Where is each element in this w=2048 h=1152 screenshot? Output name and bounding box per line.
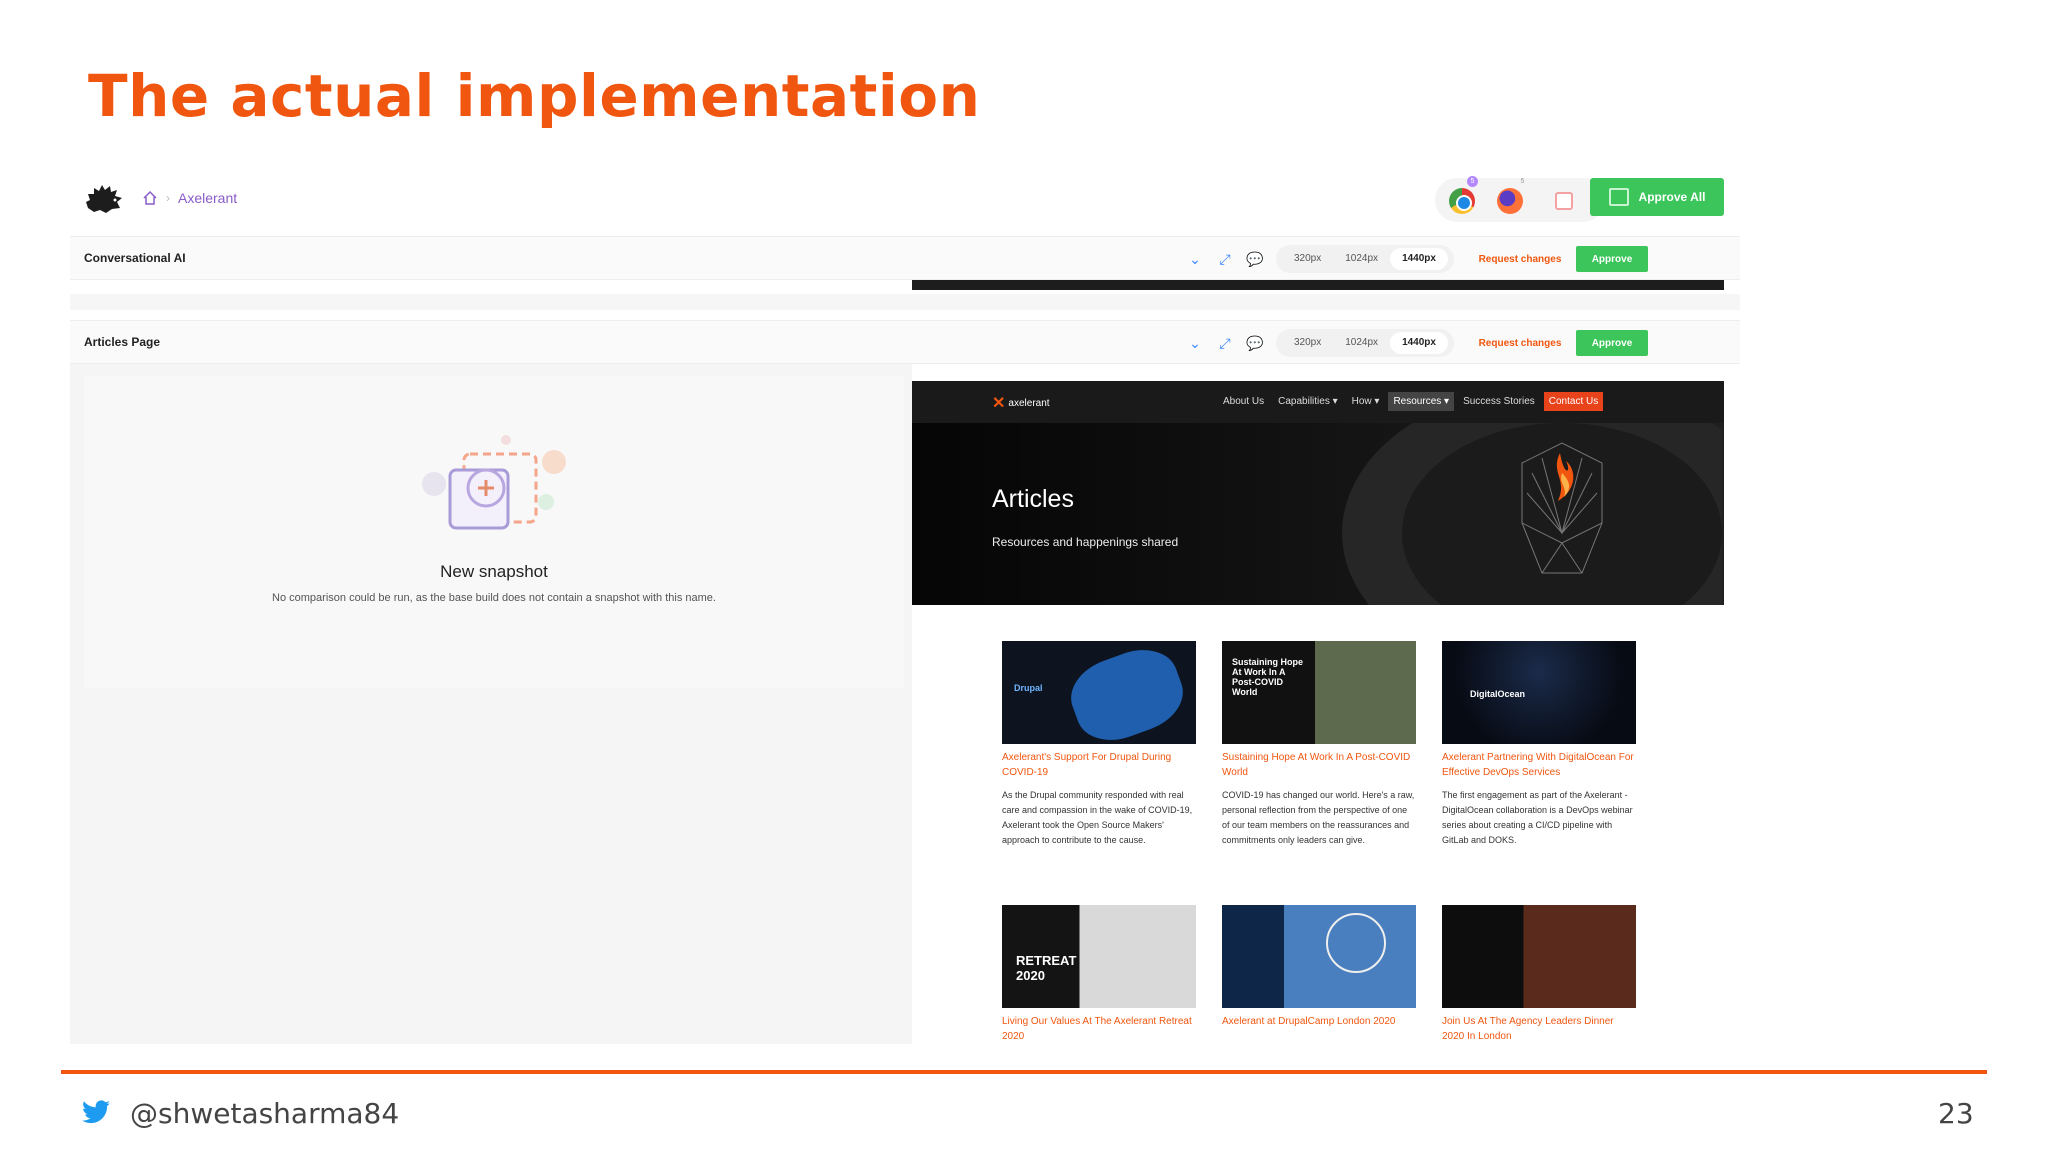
article-thumbnail (1442, 905, 1636, 1008)
article-description: As the Drupal community responded with r… (1002, 790, 1193, 845)
article-title: Axelerant at DrupalCamp London 2020 (1222, 1016, 1396, 1027)
breadcrumb: › Axelerant (142, 190, 237, 206)
snapshot-row-header: Conversational AI ⌄ ⤢ 💬 320px 1024px 144… (70, 236, 1740, 280)
hero-flame-illustration-icon (1342, 423, 1722, 605)
chrome-badge: 5 (1467, 176, 1478, 187)
firefox-badge: 5 (1520, 178, 1525, 185)
breadcrumb-separator-icon: › (166, 191, 170, 205)
width-option-active[interactable]: 1440px (1390, 332, 1448, 354)
empty-state-title: New snapshot (440, 562, 548, 581)
article-title: Sustaining Hope At Work In A Post-COVID … (1222, 752, 1411, 778)
slide-page-number: 23 (1938, 1097, 1974, 1130)
article-card: DigitalOcean Axelerant Partnering With D… (1442, 641, 1636, 848)
article-thumbnail (1222, 905, 1416, 1008)
browser-selector: 5 5 (1435, 176, 1605, 222)
app-topbar: › Axelerant 5 5 Approve All (70, 168, 1740, 232)
empty-state-message: No comparison could be run, as the base … (272, 592, 716, 604)
width-selector: 320px 1024px 1440px (1276, 329, 1454, 357)
snapshot-name: Conversational AI (84, 251, 186, 265)
axelerant-x-icon: ✕ (992, 395, 1006, 412)
chrome-icon[interactable] (1449, 188, 1475, 214)
site-logo: ✕ axelerant (992, 393, 1050, 413)
article-description: COVID-19 has changed our world. Here's a… (1222, 790, 1415, 845)
site-hero-subtitle: Resources and happenings shared (992, 535, 1179, 549)
article-card: Sustaining Hope At Work In A Post-COVID … (1222, 641, 1416, 848)
browser-toggle-icon[interactable] (1555, 192, 1573, 210)
site-hero-title: Articles (992, 485, 1074, 513)
request-changes-button[interactable]: Request changes (1476, 254, 1564, 265)
width-option[interactable]: 1024px (1333, 248, 1390, 270)
width-option[interactable]: 1024px (1333, 332, 1390, 354)
site-hero: Articles Resources and happenings shared (912, 423, 1724, 605)
site-nav-item: Capabilities ▾ (1278, 396, 1338, 407)
comment-icon[interactable]: 💬 (1240, 246, 1270, 272)
site-navbar: ✕ axelerant About Us Capabilities ▾ How … (912, 381, 1724, 423)
twitter-icon (82, 1100, 110, 1124)
drupal-puzzle-shape (1061, 641, 1193, 744)
slide: The actual implementation › Axelerant 5 … (0, 0, 2048, 1152)
width-option[interactable]: 320px (1282, 248, 1333, 270)
article-title: Axelerant Partnering With DigitalOcean F… (1442, 752, 1634, 778)
site-nav-item: About Us (1223, 396, 1265, 407)
article-card: Axelerant at DrupalCamp London 2020 (1222, 905, 1416, 1029)
expand-icon[interactable]: ⤢ (1210, 246, 1240, 272)
new-snapshot-illustration-icon (422, 435, 566, 530)
article-card: RETREAT 2020 Living Our Values At The Ax… (1002, 905, 1196, 1044)
london-eye-shape (1326, 913, 1386, 973)
thumbs-up-icon (1608, 188, 1629, 206)
site-nav-item: How ▾ (1351, 396, 1380, 407)
width-option[interactable]: 320px (1282, 332, 1333, 354)
article-thumbnail: Sustaining Hope At Work In A Post-COVID … (1222, 641, 1416, 744)
chevron-down-icon[interactable]: ⌄ (1180, 246, 1210, 272)
slide-title: The actual implementation (88, 62, 981, 130)
comment-icon[interactable]: 💬 (1240, 330, 1270, 356)
chevron-down-icon[interactable]: ⌄ (1180, 330, 1210, 356)
approve-all-button[interactable]: Approve All (1590, 178, 1724, 216)
site-nav-item: Resources ▾ (1388, 392, 1455, 411)
hedgehog-logo-icon[interactable] (84, 182, 124, 216)
expand-icon[interactable]: ⤢ (1210, 330, 1240, 356)
snapshot-controls: ⌄ ⤢ 💬 320px 1024px 1440px Request change… (1180, 243, 1648, 275)
article-card: Drupal Axelerant's Support For Drupal Du… (1002, 641, 1196, 848)
footer-twitter-handle: @shwetasharma84 (130, 1097, 400, 1130)
empty-state: New snapshot No comparison could be run,… (84, 376, 904, 688)
firefox-icon[interactable] (1497, 188, 1523, 214)
row-divider (70, 294, 1740, 310)
article-description: The first engagement as part of the Axel… (1442, 790, 1633, 845)
article-title: Axelerant's Support For Drupal During CO… (1002, 752, 1172, 778)
width-selector: 320px 1024px 1440px (1276, 245, 1454, 273)
approve-all-label: Approve All (1638, 190, 1706, 204)
article-thumbnail: Drupal (1002, 641, 1196, 744)
app-screenshot: › Axelerant 5 5 Approve All Conversation… (70, 168, 1740, 1044)
article-thumbnail-text: RETREAT 2020 (1016, 953, 1077, 983)
approve-button[interactable]: Approve (1575, 246, 1648, 272)
width-option-active[interactable]: 1440px (1390, 248, 1448, 270)
snapshot-row-header: Articles Page ⌄ ⤢ 💬 320px 1024px 1440px … (70, 320, 1740, 364)
article-thumbnail-text: Drupal (1014, 683, 1043, 693)
article-thumbnail: RETREAT 2020 (1002, 905, 1196, 1008)
footer-divider (61, 1070, 1987, 1074)
site-nav-item: Success Stories (1463, 396, 1535, 407)
approve-button[interactable]: Approve (1575, 330, 1648, 356)
head-snapshot-preview[interactable]: ✕ axelerant About Us Capabilities ▾ How … (912, 381, 1724, 1044)
article-title: Living Our Values At The Axelerant Retre… (1002, 1016, 1192, 1042)
snapshot-controls: ⌄ ⤢ 💬 320px 1024px 1440px Request change… (1180, 327, 1648, 359)
article-thumbnail-text: DigitalOcean (1470, 689, 1526, 699)
article-thumbnail-text: Sustaining Hope At Work In A Post-COVID … (1232, 657, 1304, 697)
article-thumbnail: DigitalOcean (1442, 641, 1636, 744)
site-logo-text: axelerant (1008, 397, 1050, 409)
site-nav-contact: Contact Us (1543, 392, 1604, 411)
article-card: Join Us At The Agency Leaders Dinner 202… (1442, 905, 1636, 1044)
site-nav-menu: About Us Capabilities ▾ How ▾ Resources … (1218, 392, 1604, 411)
breadcrumb-project[interactable]: Axelerant (178, 190, 237, 206)
snapshot-preview-strip (912, 280, 1724, 290)
home-icon[interactable] (142, 190, 158, 206)
base-snapshot-panel: New snapshot No comparison could be run,… (70, 364, 912, 1044)
request-changes-button[interactable]: Request changes (1476, 338, 1564, 349)
snapshot-name: Articles Page (84, 335, 161, 349)
article-title: Join Us At The Agency Leaders Dinner 202… (1442, 1016, 1614, 1042)
